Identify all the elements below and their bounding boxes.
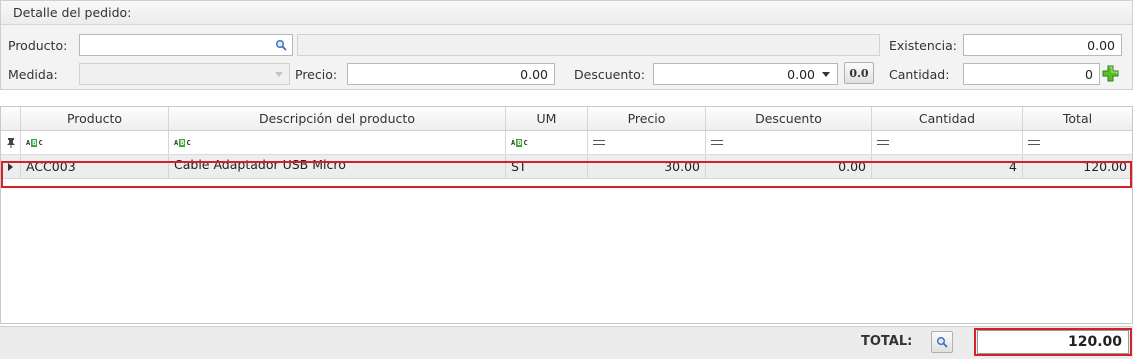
- filter-um[interactable]: ABC: [506, 131, 588, 154]
- detail-panel: Detalle del pedido: Producto: Existencia…: [0, 0, 1133, 90]
- pin-icon: [6, 137, 15, 148]
- cantidad-input[interactable]: 0: [963, 63, 1100, 85]
- medida-label: Medida:: [8, 67, 58, 82]
- equals-filter-icon: [1028, 140, 1040, 145]
- add-icon[interactable]: [1102, 65, 1119, 82]
- descuento-label: Descuento:: [574, 67, 645, 82]
- descripcion-field: [297, 34, 880, 56]
- filter-pin-cell: [1, 131, 21, 154]
- search-icon: [937, 337, 948, 348]
- equals-filter-icon: [711, 140, 723, 145]
- abc-filter-icon: ABC: [26, 138, 43, 147]
- filter-precio[interactable]: [588, 131, 706, 154]
- equals-filter-icon: [877, 140, 889, 145]
- total-search-button[interactable]: [931, 331, 953, 353]
- row-highlight: [1, 161, 1132, 188]
- column-header-cantidad[interactable]: Cantidad: [872, 107, 1023, 130]
- column-header-precio[interactable]: Precio: [588, 107, 706, 130]
- cantidad-label: Cantidad:: [889, 67, 950, 82]
- descuento-select[interactable]: 0.00: [653, 63, 838, 85]
- filter-total[interactable]: [1023, 131, 1132, 154]
- filter-producto[interactable]: ABC: [21, 131, 169, 154]
- existencia-field: 0.00: [963, 34, 1122, 56]
- column-header-um[interactable]: UM: [506, 107, 588, 130]
- filter-cantidad[interactable]: [872, 131, 1023, 154]
- filter-descuento[interactable]: [706, 131, 872, 154]
- cantidad-value: 0: [1085, 66, 1093, 82]
- descuento-value: 0.00: [787, 66, 815, 82]
- indicator-header-cell: [1, 107, 21, 130]
- dropdown-arrow-icon[interactable]: [275, 72, 283, 77]
- total-label: TOTAL:: [861, 334, 913, 349]
- abc-filter-icon: ABC: [511, 138, 528, 147]
- order-detail-grid: Producto Descripción del producto UM Pre…: [0, 106, 1133, 324]
- medida-select[interactable]: [79, 63, 290, 85]
- search-icon[interactable]: [275, 39, 287, 51]
- panel-title: Detalle del pedido:: [13, 5, 132, 20]
- precio-input[interactable]: 0.00: [347, 63, 555, 85]
- panel-title-bar: Detalle del pedido:: [1, 1, 1132, 25]
- descuento-format-button[interactable]: 0.0: [844, 62, 874, 84]
- filter-descripcion[interactable]: ABC: [169, 131, 506, 154]
- column-header-descuento[interactable]: Descuento: [706, 107, 872, 130]
- totals-footer: TOTAL: 120.00: [0, 326, 1133, 359]
- dropdown-arrow-icon[interactable]: [822, 72, 830, 77]
- producto-label: Producto:: [8, 38, 68, 53]
- abc-filter-icon: ABC: [174, 138, 191, 147]
- existencia-value: 0.00: [1087, 37, 1115, 53]
- total-highlight: [974, 328, 1132, 356]
- precio-label: Precio:: [295, 67, 338, 82]
- precio-value: 0.00: [520, 66, 548, 82]
- grid-header-row: Producto Descripción del producto UM Pre…: [1, 107, 1132, 131]
- column-header-producto[interactable]: Producto: [21, 107, 169, 130]
- existencia-label: Existencia:: [889, 38, 958, 53]
- equals-filter-icon: [593, 140, 605, 145]
- column-header-descripcion[interactable]: Descripción del producto: [169, 107, 506, 130]
- column-header-total[interactable]: Total: [1023, 107, 1132, 130]
- grid-filter-row: ABC ABC ABC: [1, 131, 1132, 155]
- producto-input[interactable]: [79, 34, 293, 56]
